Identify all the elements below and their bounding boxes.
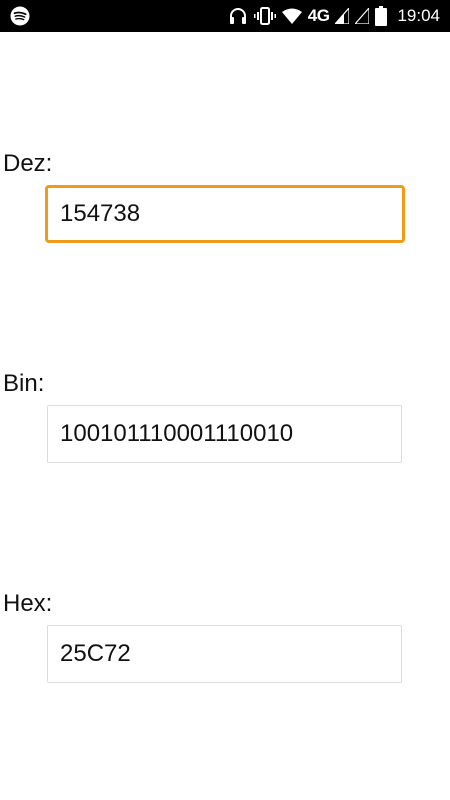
status-icons: 4G 19:04 — [228, 0, 440, 32]
headphones-icon — [228, 0, 248, 32]
battery-icon — [375, 0, 388, 32]
signal-icon — [335, 0, 350, 32]
vibrate-icon — [253, 0, 276, 32]
network-type: 4G — [307, 6, 330, 25]
bin-label: Bin: — [3, 370, 45, 397]
bin-input[interactable] — [47, 405, 402, 463]
dez-label: Dez: — [3, 150, 53, 177]
hex-label: Hex: — [3, 590, 53, 617]
signal-icon — [355, 0, 370, 32]
wifi-icon — [281, 0, 302, 32]
clock: 19:04 — [397, 6, 440, 25]
spotify-icon — [10, 6, 30, 26]
dez-input[interactable] — [45, 185, 405, 243]
hex-input[interactable] — [47, 625, 402, 683]
status-bar: 4G 19:04 — [0, 0, 450, 32]
